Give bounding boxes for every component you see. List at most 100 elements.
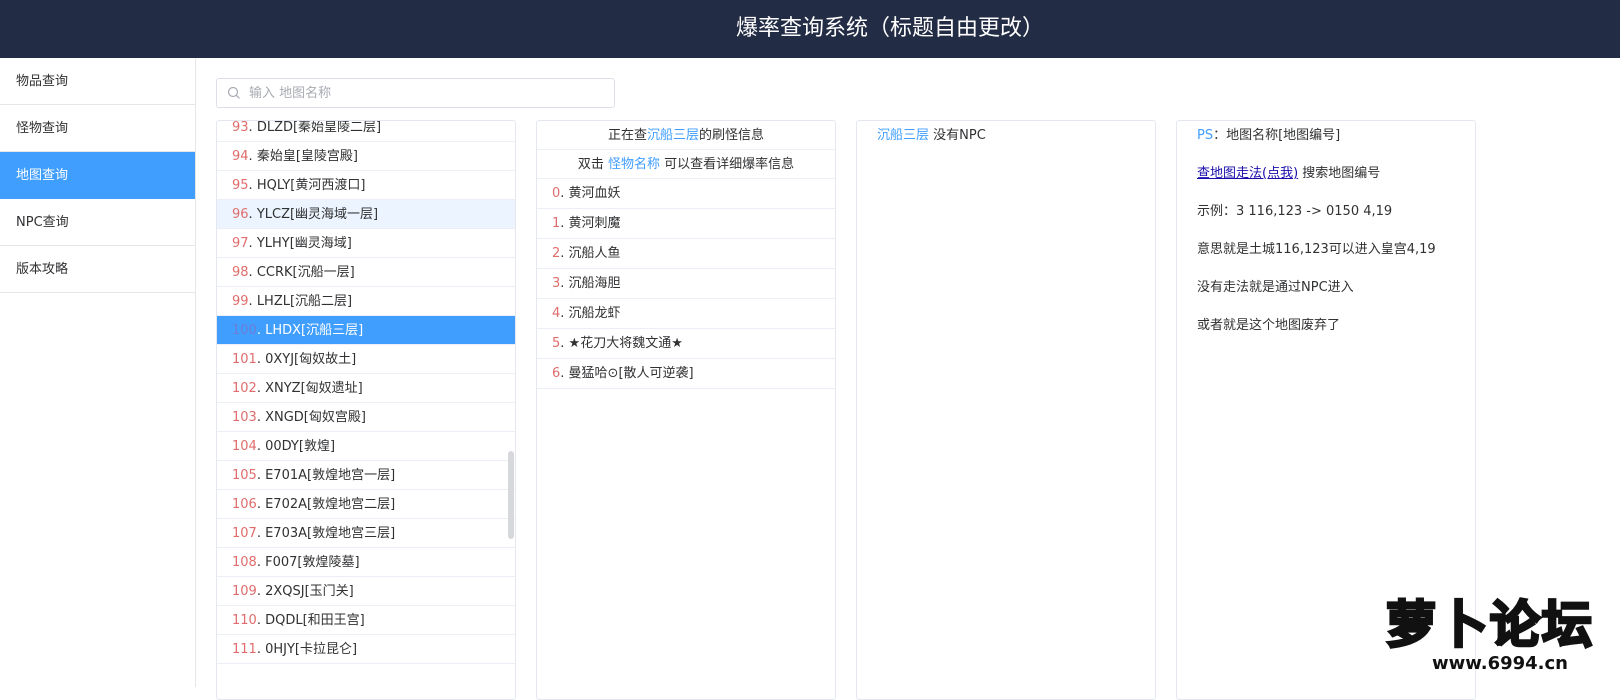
map-separator: . [248,265,257,280]
map-number: 94 [232,149,249,164]
monster-list-item[interactable]: 6. 曼猛哈⊙[散人可逆袭] [537,359,835,389]
map-list-item[interactable]: 104. 00DY[敦煌] [217,432,515,461]
monster-separator: . [560,336,569,351]
map-list-item[interactable]: 109. 2XQSJ[玉门关] [217,577,515,606]
map-list-item[interactable]: 98. CCRK[沉船一层] [217,258,515,287]
map-list-item[interactable]: 105. E701A[敦煌地宫一层] [217,461,515,490]
map-name: LHDX[沉船三层] [265,323,364,338]
map-number: 99 [232,294,249,309]
map-number: 98 [232,265,249,280]
map-name: DLZD[秦始皇陵二层] [256,120,382,135]
monster-list-item[interactable]: 5. ★花刀大将魏文通★ [537,329,835,359]
sidebar-item-version-guide[interactable]: 版本攻略 [0,246,195,293]
npc-map-name: 沉船三层 [877,128,930,143]
map-list-item[interactable]: 96. YLCZ[幽灵海域一层] [217,200,515,229]
map-name: E701A[敦煌地宫一层] [265,468,396,483]
map-list-item[interactable]: 93. DLZD[秦始皇陵二层] [217,120,515,142]
map-separator: . [256,352,266,367]
map-list-item[interactable]: 100. LHDX[沉船三层] [217,316,515,345]
monster-name: 沉船海胆 [568,276,621,291]
map-separator: . [256,439,266,454]
monster-name: 曼猛哈⊙[散人可逆袭] [568,366,694,381]
monster-panel-hint: 双击 怪物名称 可以查看详细爆率信息 [537,150,835,179]
npc-panel: 沉船三层 没有NPC [856,120,1156,700]
map-route-link[interactable]: 查地图走法(点我) [1197,166,1298,181]
map-number: 103 [232,410,257,425]
monster-separator: . [560,276,569,291]
map-list-item[interactable]: 107. E703A[敦煌地宫三层] [217,519,515,548]
monster-separator: . [560,306,569,321]
map-name: CCRK[沉船一层] [256,265,355,280]
sidebar-item-item-query[interactable]: 物品查询 [0,58,195,105]
map-number: 105 [232,468,257,483]
map-list-item[interactable]: 94. 秦始皇[皇陵宫殿] [217,142,515,171]
map-list-item[interactable]: 99. LHZL[沉船二层] [217,287,515,316]
map-list-item[interactable]: 102. XNYZ[匈奴遗址] [217,374,515,403]
map-name: HQLY[黄河西渡口] [256,178,366,193]
map-list-item[interactable]: 97. YLHY[幽灵海域] [217,229,515,258]
monster-separator: . [560,186,569,201]
monster-list-item[interactable]: 0. 黄河血妖 [537,179,835,209]
map-separator: . [256,497,266,512]
sidebar-item-map-query[interactable]: 地图查询 [0,152,195,199]
map-number: 110 [232,613,257,628]
map-list-item[interactable]: 101. 0XYJ[匈奴故土] [217,345,515,374]
map-name: DQDL[和田王宫] [265,613,365,628]
map-separator: . [256,584,266,599]
map-name: E702A[敦煌地宫二层] [265,497,396,512]
map-list-scrollbar[interactable] [508,451,514,539]
map-name: 秦始皇[皇陵宫殿] [256,149,358,164]
watermark-url: www.6994.cn [1432,653,1568,674]
map-number: 104 [232,439,257,454]
map-list-item[interactable]: 111. 0HJY[卡拉昆仑] [217,635,515,664]
map-name: YLCZ[幽灵海域一层] [256,207,379,222]
npc-info-line: 沉船三层 没有NPC [877,128,986,143]
monster-list-item[interactable]: 1. 黄河刺魔 [537,209,835,239]
sidebar-item-monster-query[interactable]: 怪物查询 [0,105,195,152]
monster-name: 黄河血妖 [568,186,621,201]
page-title: 爆率查询系统（标题自由更改） [735,16,1044,41]
map-name: F007[敦煌陵墓] [265,555,360,570]
top-header: 爆率查询系统（标题自由更改） [0,0,1620,58]
map-number: 96 [232,207,249,222]
map-search-input[interactable] [249,82,599,104]
map-number: 109 [232,584,257,599]
map-name: 2XQSJ[玉门关] [265,584,354,599]
info-route-line: 查地图走法(点我) 搜索地图编号 [1197,166,1381,181]
map-name: 0XYJ[匈奴故土] [265,352,357,367]
map-separator: . [248,207,257,222]
monster-list-item[interactable]: 3. 沉船海胆 [537,269,835,299]
map-list-item[interactable]: 108. F007[敦煌陵墓] [217,548,515,577]
monster-name: 黄河刺魔 [568,216,621,231]
sidebar-item-npc-query[interactable]: NPC查询 [0,199,195,246]
map-number: 97 [232,236,249,251]
monster-name: 沉船龙虾 [568,306,621,321]
watermark-logo: 萝卜论坛 www.6994.cn [1370,585,1610,680]
monster-list-item[interactable]: 2. 沉船人鱼 [537,239,835,269]
info-meaning-line: 意思就是土城116,123可以进入皇宫4,19 [1197,242,1436,257]
map-list-item[interactable]: 103. XNGD[匈奴宫殿] [217,403,515,432]
map-separator: . [256,381,266,396]
map-list-item[interactable]: 110. DQDL[和田王宫] [217,606,515,635]
monster-name: 沉船人鱼 [568,246,621,261]
monster-list-item[interactable]: 4. 沉船龙虾 [537,299,835,329]
map-list-item[interactable]: 95. HQLY[黄河西渡口] [217,171,515,200]
map-name: 0HJY[卡拉昆仑] [265,642,358,657]
map-separator: . [256,323,266,338]
current-map-name: 沉船三层 [646,128,699,143]
map-list-item[interactable]: 106. E702A[敦煌地宫二层] [217,490,515,519]
map-name: XNGD[匈奴宫殿] [265,410,366,425]
map-separator: . [256,468,266,483]
map-number: 102 [232,381,257,396]
map-name: YLHY[幽灵海域] [256,236,352,251]
map-name: E703A[敦煌地宫三层] [265,526,396,541]
map-number: 95 [232,178,249,193]
map-list: 93. DLZD[秦始皇陵二层] 94. 秦始皇[皇陵宫殿] 95. HQLY[黄河… [217,120,515,664]
search-icon [227,86,240,99]
monster-panel-heading: 正在查沉船三层的刷怪信息 [537,121,835,150]
monster-list: 0. 黄河血妖 1. 黄河刺魔 2. 沉船人鱼 3. 沉船海胆 4. 沉船龙虾 5. ★花… [537,179,835,389]
sidebar-menu: 物品查询 怪物查询 地图查询 NPC查询 版本攻略 [0,58,196,687]
map-separator: . [248,178,257,193]
info-npc-line: 没有走法就是通过NPC进入 [1197,280,1354,295]
info-example-line: 示例：3 116,123 -> 0150 4,19 [1197,204,1393,219]
